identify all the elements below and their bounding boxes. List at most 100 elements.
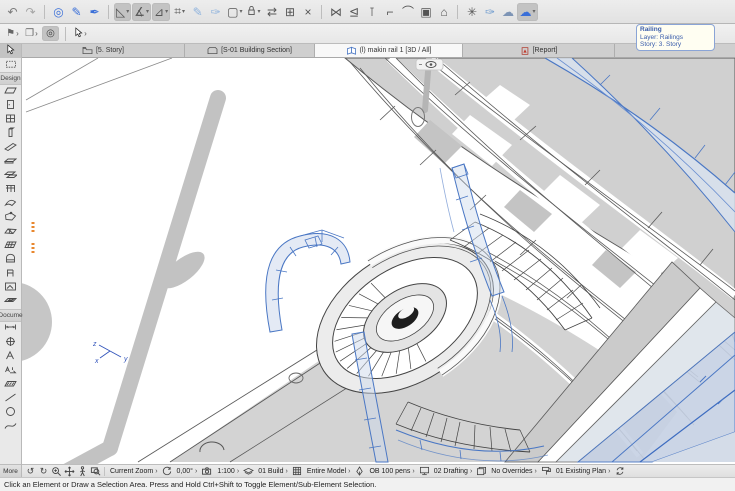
- pen-set-selector[interactable]: OB 100 pens›: [367, 468, 416, 475]
- chevron-icon[interactable]: ›: [608, 468, 610, 475]
- resize-icon[interactable]: ▣: [417, 3, 434, 21]
- arrow-tool-icon[interactable]: ›: [72, 26, 89, 41]
- pointer-options-icon[interactable]: ◎: [50, 3, 67, 21]
- toolbar-separator: [321, 5, 322, 19]
- trim-icon[interactable]: ⊴: [345, 3, 362, 21]
- model-view-options-icon[interactable]: [419, 466, 430, 477]
- next-view-icon[interactable]: ↻: [38, 466, 49, 477]
- cloud-download-icon-glyph: ☁: [502, 5, 514, 19]
- pick-up-parameters-icon[interactable]: ✎: [68, 3, 85, 21]
- home-story-icon[interactable]: ⌂: [435, 3, 452, 21]
- inject-parameters-icon[interactable]: ✒: [86, 3, 103, 21]
- orientation-selector[interactable]: 0,00°›: [175, 468, 200, 475]
- lock-icon[interactable]: ▾: [245, 3, 262, 21]
- adjust-icon[interactable]: ⊺: [363, 3, 380, 21]
- quick-options-icon[interactable]: [614, 466, 625, 477]
- renovation-filter-selector-label: 01 Existing Plan: [556, 468, 606, 475]
- snap-guides-icon[interactable]: ∡▾: [132, 3, 151, 21]
- pick-up-parameters-icon-glyph: ✎: [71, 5, 81, 19]
- scale-selector[interactable]: 1:100›: [215, 468, 241, 475]
- dimension-options-icon[interactable]: ⊞: [281, 3, 298, 21]
- tool-polyline[interactable]: [0, 420, 21, 434]
- dropdown-arrow-icon[interactable]: ▾: [239, 8, 242, 15]
- fit-in-window-icon[interactable]: [90, 466, 101, 477]
- dropdown-arrow-icon[interactable]: ▾: [182, 8, 185, 15]
- structure-display-selector[interactable]: Entire Model›: [305, 468, 353, 475]
- chevron-icon[interactable]: ›: [237, 468, 239, 475]
- chevron-icon[interactable]: ›: [412, 468, 414, 475]
- undo-icon[interactable]: ↶: [4, 3, 21, 21]
- axis-tripod: [99, 345, 121, 358]
- fillet-icon[interactable]: ⌐: [381, 3, 398, 21]
- camera-settings-icon[interactable]: [201, 466, 213, 477]
- snap-points-icon[interactable]: ⊿▾: [152, 3, 170, 21]
- toolbar-separator: [44, 5, 45, 19]
- renovation-filter-selector[interactable]: 01 Existing Plan›: [554, 468, 613, 475]
- pen-set-icon[interactable]: [354, 466, 365, 477]
- axis-labels: z x y: [92, 341, 128, 365]
- marquee-adjust-icon[interactable]: ✳: [463, 3, 480, 21]
- scale-selector-label: 1:100: [217, 468, 235, 475]
- tool-marquee[interactable]: [0, 58, 21, 72]
- guide-lines-icon[interactable]: ◺▾: [114, 3, 131, 21]
- layer-combination-icon[interactable]: [243, 466, 254, 477]
- flyout-chevron-icon[interactable]: ›: [16, 29, 19, 38]
- renovation-filter-icon[interactable]: [541, 466, 552, 477]
- tab-makin-rail-3d[interactable]: (l) makin rail 1 [3D / All]: [315, 44, 463, 57]
- 3d-viewport-canvas[interactable]: z x y: [22, 58, 735, 464]
- tab-s01-building-section[interactable]: [S-01 Building Section]: [185, 44, 315, 57]
- dropdown-arrow-icon[interactable]: ▾: [146, 8, 149, 15]
- chevron-icon[interactable]: ›: [535, 468, 537, 475]
- lock-glyph: [247, 5, 256, 19]
- redo-icon[interactable]: ↷: [22, 3, 39, 21]
- toolbox-more-button[interactable]: More: [0, 464, 21, 477]
- dropdown-arrow-icon[interactable]: ▾: [257, 8, 260, 15]
- teamwork-cloud-icon[interactable]: ☁▾: [517, 3, 537, 21]
- tab-report[interactable]: [Report]: [463, 44, 615, 57]
- dropdown-arrow-icon[interactable]: ▾: [532, 8, 535, 15]
- pan-icon[interactable]: [64, 466, 75, 477]
- flyout-chevron-icon[interactable]: ›: [84, 29, 87, 38]
- chevron-icon[interactable]: ›: [195, 468, 197, 475]
- snap-points-icon-glyph: ⊿: [154, 5, 164, 19]
- transform-icon[interactable]: ⇄: [263, 3, 280, 21]
- cloud-download-icon[interactable]: ☁: [499, 3, 516, 21]
- model-view-options-selector[interactable]: 02 Drafting›: [432, 468, 475, 475]
- explode-icon[interactable]: ×: [299, 3, 316, 21]
- explore-icon[interactable]: [77, 466, 88, 477]
- dropdown-arrow-icon[interactable]: ▾: [126, 8, 129, 15]
- adjust-icon-glyph: ⊺: [369, 5, 375, 19]
- chevron-icon[interactable]: ›: [348, 468, 350, 475]
- groups-icon[interactable]: ▢▾: [225, 3, 244, 21]
- dropdown-arrow-icon[interactable]: ▾: [165, 8, 168, 15]
- tab-5-story[interactable]: [5. Story]: [22, 44, 185, 57]
- grid-snap-icon[interactable]: ⌗▾: [171, 3, 188, 21]
- flyout-chevron-icon[interactable]: ›: [35, 29, 38, 38]
- current-zoom-selector[interactable]: Current Zoom›: [108, 468, 160, 475]
- secondary-toolbar: ⚑›❐›◎ ›: [0, 24, 735, 44]
- gravity-icon-glyph: ✎: [193, 5, 203, 19]
- teamwork-cloud-icon-glyph: ☁: [519, 5, 531, 19]
- favorites-icon[interactable]: ⚑›: [4, 26, 21, 41]
- graphic-override-icon[interactable]: [476, 466, 487, 477]
- layer-combination-selector[interactable]: 01 Build›: [256, 468, 290, 475]
- chevron-icon[interactable]: ›: [285, 468, 287, 475]
- archicad-window: ↶↷◎✎✒◺▾∡▾⊿▾⌗▾✎✑▢▾▾⇄⊞×⋈⊴⊺⌐⌒▣⌂✳✑☁☁▾ ⚑›❐›◎›…: [0, 0, 735, 491]
- orientation-icon[interactable]: [162, 466, 173, 477]
- chamfer-icon[interactable]: ⌒: [399, 3, 416, 21]
- rotate-mode-icon[interactable]: ◎: [42, 26, 59, 41]
- tool-skylight[interactable]: [0, 295, 21, 309]
- zoom-in-icon[interactable]: [51, 466, 62, 477]
- chevron-icon[interactable]: ›: [470, 468, 472, 475]
- graphic-override-selector[interactable]: No Overrides›: [489, 468, 539, 475]
- previous-view-icon[interactable]: ↺: [25, 466, 36, 477]
- structure-display-icon[interactable]: [292, 466, 303, 477]
- eye-preview-control[interactable]: [416, 59, 443, 70]
- 3d-viewport[interactable]: z x y: [22, 58, 735, 464]
- split-icon[interactable]: ⋈: [327, 3, 344, 21]
- element-transfer-icon[interactable]: ❐›: [23, 26, 40, 41]
- paintbrush-icon[interactable]: ✑: [481, 3, 498, 21]
- gravity-icon[interactable]: ✎: [189, 3, 206, 21]
- chevron-icon[interactable]: ›: [155, 468, 157, 475]
- gravity-elevation-icon[interactable]: ✑: [207, 3, 224, 21]
